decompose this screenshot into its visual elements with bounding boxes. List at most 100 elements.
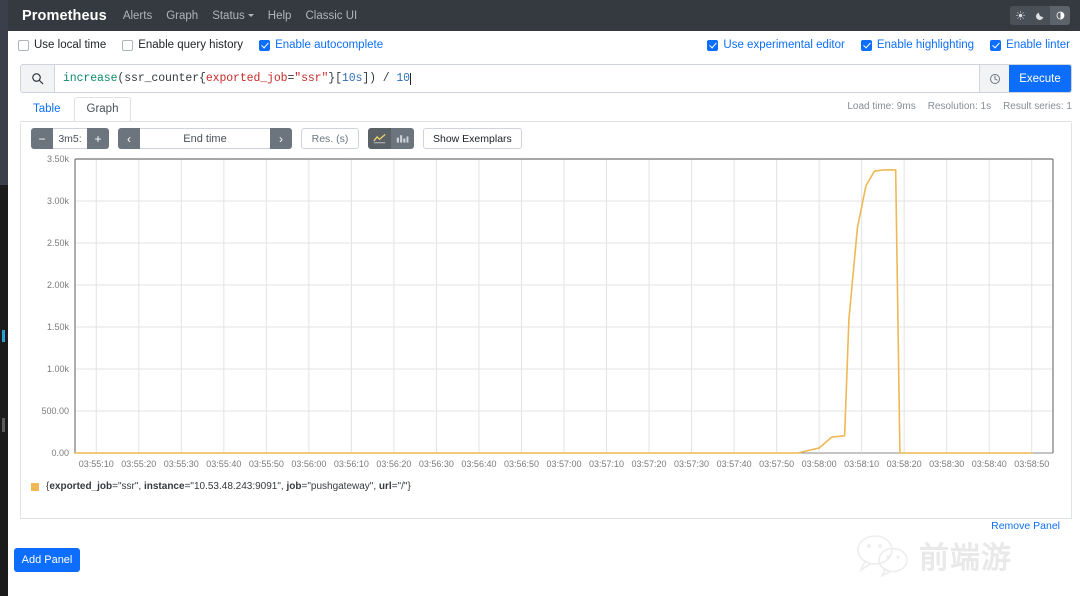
option-label: Use local time <box>34 39 107 51</box>
option-label: Enable autocomplete <box>275 39 384 51</box>
svg-text:1.50k: 1.50k <box>47 322 70 332</box>
prometheus-graph-page: Prometheus Alerts Graph Status Help Clas… <box>0 0 1080 596</box>
query-expression-input[interactable]: increase (ssr_counter{exported_job = "ssr"}… <box>55 65 979 92</box>
nav-link-graph[interactable]: Graph <box>166 10 198 22</box>
svg-text:03:58:20: 03:58:20 <box>887 459 922 469</box>
svg-text:0.00: 0.00 <box>51 448 69 458</box>
line-chart-icon[interactable] <box>368 128 391 149</box>
range-input-group: − 3m5: + <box>31 128 109 149</box>
svg-text:500.00: 500.00 <box>41 406 69 416</box>
checkbox-use-local-time[interactable] <box>18 39 29 51</box>
svg-text:03:58:40: 03:58:40 <box>972 459 1007 469</box>
svg-text:03:58:50: 03:58:50 <box>1014 459 1049 469</box>
legend-color-swatch <box>31 482 39 491</box>
svg-text:3.00k: 3.00k <box>47 196 70 206</box>
brand-prometheus[interactable]: Prometheus <box>22 8 107 24</box>
tab-graph[interactable]: Graph <box>73 97 132 122</box>
svg-text:03:55:30: 03:55:30 <box>164 459 199 469</box>
next-time-button[interactable]: › <box>270 128 292 149</box>
show-exemplars-button[interactable]: Show Exemplars <box>423 128 522 149</box>
option-enable-autocomplete[interactable]: Enable autocomplete <box>259 39 383 51</box>
gutter-marker-grey <box>2 418 5 432</box>
previous-time-button[interactable]: ‹ <box>118 128 140 149</box>
half-circle-icon[interactable] <box>1050 6 1070 25</box>
option-use-local-time[interactable]: Use local time <box>18 39 106 51</box>
chart-svg: 0.00 500.00 1.00k 1.50k 2.00k 2.50k 3.00k 3.50k… <box>41 154 1054 469</box>
increase-range-button[interactable]: + <box>87 128 109 149</box>
svg-text:03:57:40: 03:57:40 <box>717 459 752 469</box>
nav-link-classic-ui[interactable]: Classic UI <box>305 10 357 22</box>
svg-text:3.50k: 3.50k <box>47 155 70 164</box>
svg-text:1.00k: 1.00k <box>47 364 70 374</box>
chart-legend[interactable]: {exported_job="ssr", instance="10.53.48.… <box>31 481 411 492</box>
checkbox-enable-query-history[interactable] <box>122 39 134 51</box>
svg-text:03:55:50: 03:55:50 <box>249 459 284 469</box>
legend-key: instance <box>143 481 185 492</box>
execute-button[interactable]: Execute <box>1009 65 1071 92</box>
tab-table[interactable]: Table <box>20 97 74 122</box>
navbar: Prometheus Alerts Graph Status Help Clas… <box>8 0 1080 31</box>
nav-link-status-label: Status <box>212 9 245 22</box>
query-row: increase (ssr_counter{exported_job = "ssr"}… <box>20 64 1072 93</box>
decrease-range-button[interactable]: − <box>31 128 53 149</box>
graph-panel: − 3m5: + ‹ End time › Res. (s) Show Exem… <box>20 123 1072 519</box>
range-value[interactable]: 3m5: <box>53 128 87 149</box>
stat-resolution: Resolution: 1s <box>927 101 992 112</box>
option-enable-linter[interactable]: Enable linter <box>990 39 1070 51</box>
legend-series-label: {exported_job="ssr", instance="10.53.48.… <box>46 481 411 492</box>
query-token: "ssr" <box>294 72 329 85</box>
option-label: Enable highlighting <box>876 39 975 51</box>
gutter-marker-blue <box>2 330 5 342</box>
legend-value: "10.53.48.243:9091" <box>190 481 281 492</box>
wechat-logo-icon <box>857 535 908 577</box>
svg-text:03:57:30: 03:57:30 <box>674 459 709 469</box>
gutter-segment-top <box>0 0 8 185</box>
options-bar: Use local time Enable query history Enab… <box>8 31 1080 59</box>
query-token: 10 <box>396 72 410 85</box>
svg-text:03:56:20: 03:56:20 <box>376 459 411 469</box>
option-label: Enable linter <box>1006 39 1070 51</box>
svg-text:03:57:20: 03:57:20 <box>632 459 667 469</box>
moon-icon[interactable] <box>1030 6 1050 25</box>
svg-text:2.00k: 2.00k <box>47 280 70 290</box>
svg-text:03:58:30: 03:58:30 <box>929 459 964 469</box>
add-panel-button[interactable]: Add Panel <box>14 548 80 572</box>
checkbox-enable-linter[interactable] <box>990 39 1002 51</box>
checkbox-enable-autocomplete[interactable] <box>259 39 271 51</box>
graph-chart[interactable]: 0.00 500.00 1.00k 1.50k 2.00k 2.50k 3.00k 3.50k… <box>31 154 1061 485</box>
theme-toggle-group <box>1010 6 1070 25</box>
legend-value: "pushgateway" <box>307 481 374 492</box>
result-tabs-row: Table Graph Load time: 9ms Resolution: 1… <box>20 97 1072 122</box>
option-enable-query-history[interactable]: Enable query history <box>122 39 243 51</box>
nav-link-alerts[interactable]: Alerts <box>123 10 152 22</box>
nav-link-help[interactable]: Help <box>268 10 292 22</box>
svg-text:03:57:00: 03:57:00 <box>546 459 581 469</box>
history-clock-icon[interactable] <box>979 65 1009 92</box>
svg-text:2.50k: 2.50k <box>47 238 70 248</box>
stacked-bar-icon[interactable] <box>391 128 414 149</box>
query-token: 10s <box>341 72 363 85</box>
resolution-input[interactable]: Res. (s) <box>301 128 359 149</box>
svg-text:03:56:00: 03:56:00 <box>291 459 326 469</box>
chart-type-toggle-group <box>368 128 414 149</box>
query-token: (ssr_counter{ <box>117 72 206 85</box>
watermark-text: 前端游 <box>919 542 1012 575</box>
checkbox-enable-highlighting[interactable] <box>860 39 872 51</box>
query-stats: Load time: 9ms Resolution: 1s Result ser… <box>847 101 1072 112</box>
legend-key: exported_job <box>49 481 113 492</box>
query-token: ]) / <box>362 72 397 85</box>
svg-text:03:55:40: 03:55:40 <box>206 459 241 469</box>
svg-text:03:57:50: 03:57:50 <box>759 459 794 469</box>
checkbox-use-experimental-editor[interactable] <box>707 39 719 51</box>
sun-icon[interactable] <box>1010 6 1030 25</box>
svg-text:03:55:20: 03:55:20 <box>121 459 156 469</box>
svg-text:03:58:00: 03:58:00 <box>802 459 837 469</box>
tabs-underline <box>20 121 1072 122</box>
option-enable-highlighting[interactable]: Enable highlighting <box>860 39 975 51</box>
graph-controls: − 3m5: + ‹ End time › Res. (s) Show Exem… <box>31 128 522 149</box>
option-use-experimental-editor[interactable]: Use experimental editor <box>707 39 845 51</box>
option-label: Use experimental editor <box>723 39 845 51</box>
end-time-input[interactable]: End time <box>140 128 270 149</box>
nav-link-status[interactable]: Status <box>212 10 254 22</box>
stat-result-series: Result series: 1 <box>1003 101 1072 112</box>
